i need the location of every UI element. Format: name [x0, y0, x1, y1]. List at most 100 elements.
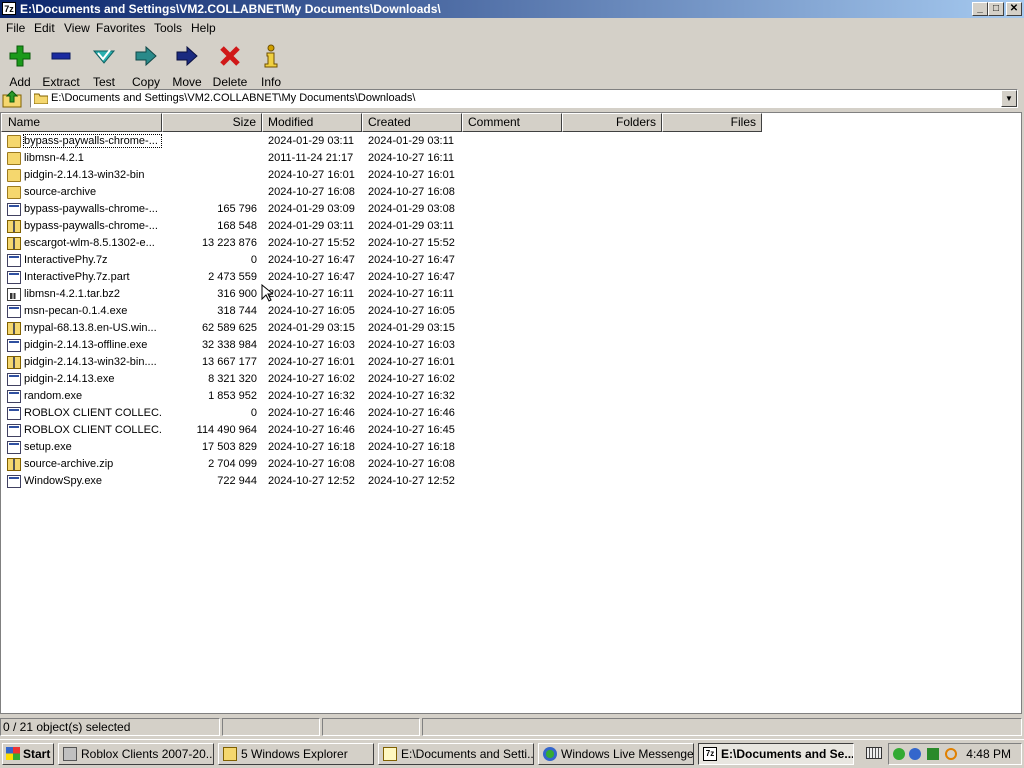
cell-created: 2024-01-29 03:11 — [368, 220, 455, 232]
column-header-name[interactable]: Name — [1, 113, 162, 132]
info-button[interactable]: Info — [248, 42, 294, 89]
table-row[interactable]: random.exe 1 853 952 2024-10-27 16:32 2024-… — [1, 388, 1021, 405]
start-label: Start — [23, 747, 51, 761]
cell-modified: 2024-10-27 16:46 — [268, 407, 355, 419]
cell-modified: 2024-10-27 16:02 — [268, 373, 355, 385]
menu-favorites[interactable]: Favorites — [96, 21, 145, 35]
menu-file[interactable]: File — [6, 21, 25, 35]
task-windows-explorer[interactable]: 5 Windows Explorer — [218, 743, 374, 765]
table-row[interactable]: ROBLOX CLIENT COLLEC... 0 2024-10-27 16:46… — [1, 405, 1021, 422]
table-row[interactable]: pidgin-2.14.13.exe 8 321 320 2024-10-27 16… — [1, 371, 1021, 388]
cell-size: 316 900 — [217, 288, 257, 300]
cell-name: InteractivePhy.7z.part — [24, 271, 130, 283]
cell-size: 114 490 964 — [196, 424, 257, 436]
table-row[interactable]: bypass-paywalls-chrome-... 2024-01-29 03:… — [1, 133, 1021, 150]
chevron-down-icon[interactable]: ▼ — [1001, 90, 1017, 107]
table-row[interactable]: libmsn-4.2.1 2011-11-24 21:17 2024-10-27 1… — [1, 150, 1021, 167]
table-row[interactable]: InteractivePhy.7z 0 2024-10-27 16:47 2024-1… — [1, 252, 1021, 269]
cell-created: 2024-10-27 16:18 — [368, 441, 455, 453]
cell-modified: 2024-10-27 16:32 — [268, 390, 355, 402]
move-arrow-icon — [176, 45, 198, 67]
folder-icon — [7, 135, 21, 148]
file-list[interactable]: Name Size Modified Created Comment Folde… — [0, 112, 1022, 714]
cell-created: 2024-10-27 16:01 — [368, 356, 455, 368]
copy-button[interactable]: Copy — [123, 42, 169, 89]
cell-size: 318 744 — [217, 305, 257, 317]
maximize-button[interactable]: □ — [988, 2, 1004, 16]
menu-edit[interactable]: Edit — [34, 21, 55, 35]
table-row[interactable]: pidgin-2.14.13-offline.exe 32 338 984 2024… — [1, 337, 1021, 354]
table-row[interactable]: setup.exe 17 503 829 2024-10-27 16:18 2024-… — [1, 439, 1021, 456]
cell-name: pidgin-2.14.13.exe — [24, 373, 115, 385]
table-row[interactable]: escargot-wlm-8.5.1302-e... 13 223 876 2024… — [1, 235, 1021, 252]
network-icon[interactable] — [893, 748, 905, 760]
table-row[interactable]: WindowSpy.exe 722 944 2024-10-27 12:52 2024… — [1, 473, 1021, 490]
copy-label: Copy — [131, 75, 160, 89]
file-icon — [7, 407, 21, 420]
column-header-size[interactable]: Size — [162, 113, 262, 132]
cell-created: 2024-10-27 12:52 — [368, 475, 455, 487]
cell-modified: 2024-01-29 03:09 — [268, 203, 355, 215]
table-row[interactable]: InteractivePhy.7z.part 2 473 559 2024-10-2… — [1, 269, 1021, 286]
check-icon — [92, 49, 116, 64]
table-row[interactable]: msn-pecan-0.1.4.exe 318 744 2024-10-27 16:… — [1, 303, 1021, 320]
search-tray-icon[interactable] — [945, 748, 957, 760]
extract-button[interactable]: Extract — [38, 42, 84, 89]
column-header-created[interactable]: Created — [362, 113, 462, 132]
cell-created: 2024-10-27 16:01 — [368, 169, 455, 181]
cell-name: bypass-paywalls-chrome-... — [23, 134, 162, 148]
address-combobox[interactable]: E:\Documents and Settings\VM2.COLLABNET\… — [30, 89, 1018, 108]
task-explorer-documents[interactable]: E:\Documents and Setti... — [378, 743, 534, 765]
folder-icon — [223, 747, 237, 761]
cell-modified: 2024-10-27 16:47 — [268, 254, 355, 266]
table-row[interactable]: bypass-paywalls-chrome-... 165 796 2024-01… — [1, 201, 1021, 218]
folder-icon — [7, 152, 21, 165]
menu-tools[interactable]: Tools — [154, 21, 182, 35]
delete-button[interactable]: Delete — [207, 42, 253, 89]
column-header-folders[interactable]: Folders — [562, 113, 662, 132]
cell-created: 2024-10-27 16:11 — [368, 152, 455, 164]
file-icon — [7, 203, 21, 216]
table-row[interactable]: mypal-68.13.8.en-US.win... 62 589 625 2024… — [1, 320, 1021, 337]
test-button[interactable]: Test — [81, 42, 127, 89]
close-button[interactable]: ✕ — [1006, 2, 1022, 16]
table-row[interactable]: source-archive.zip 2 704 099 2024-10-27 16… — [1, 456, 1021, 473]
messenger-tray-icon[interactable] — [909, 748, 921, 760]
cell-created: 2024-10-27 16:47 — [368, 254, 455, 266]
task-windows-live-messenger[interactable]: Windows Live Messenger — [538, 743, 694, 765]
cell-name: setup.exe — [24, 441, 72, 453]
table-row[interactable]: pidgin-2.14.13-win32-bin.... 13 667 177 20… — [1, 354, 1021, 371]
add-button[interactable]: Add — [0, 42, 43, 89]
table-row[interactable]: pidgin-2.14.13-win32-bin 2024-10-27 16:01… — [1, 167, 1021, 184]
start-button[interactable]: Start — [2, 743, 54, 765]
menu-help[interactable]: Help — [191, 21, 216, 35]
keyboard-icon[interactable] — [866, 747, 882, 759]
app-tray-icon[interactable] — [927, 748, 939, 760]
table-row[interactable]: libmsn-4.2.1.tar.bz2 316 900 2024-10-27 16… — [1, 286, 1021, 303]
column-header-modified[interactable]: Modified — [262, 113, 362, 132]
cell-size: 168 548 — [217, 220, 257, 232]
messenger-icon — [543, 747, 557, 761]
column-header-comment[interactable]: Comment — [462, 113, 562, 132]
cell-size: 722 944 — [217, 475, 257, 487]
7zip-app-icon[interactable]: 7z — [2, 2, 16, 15]
task-7zip-downloads[interactable]: 7z E:\Documents and Se... — [698, 743, 854, 765]
menu-view[interactable]: View — [64, 21, 90, 35]
cell-modified: 2024-01-29 03:15 — [268, 322, 355, 334]
table-row[interactable]: source-archive 2024-10-27 16:08 2024-10-27… — [1, 184, 1021, 201]
cell-created: 2024-10-27 16:47 — [368, 271, 455, 283]
cell-modified: 2011-11-24 21:17 — [268, 152, 354, 164]
table-row[interactable]: bypass-paywalls-chrome-... 168 548 2024-01… — [1, 218, 1021, 235]
file-icon — [7, 424, 21, 437]
cell-name: bypass-paywalls-chrome-... — [24, 203, 158, 215]
file-icon — [7, 373, 21, 386]
column-header-files[interactable]: Files — [662, 113, 762, 132]
move-button[interactable]: Move — [164, 42, 210, 89]
clock: 4:48 PM — [966, 747, 1011, 761]
cell-created: 2024-10-27 16:02 — [368, 373, 455, 385]
table-row[interactable]: ROBLOX CLIENT COLLEC... 114 490 964 2024-1… — [1, 422, 1021, 439]
task-roblox-clients[interactable]: Roblox Clients 2007-20... — [58, 743, 214, 765]
up-folder-icon[interactable] — [2, 89, 22, 109]
cell-name: escargot-wlm-8.5.1302-e... — [24, 237, 155, 249]
minimize-button[interactable]: _ — [972, 2, 988, 16]
